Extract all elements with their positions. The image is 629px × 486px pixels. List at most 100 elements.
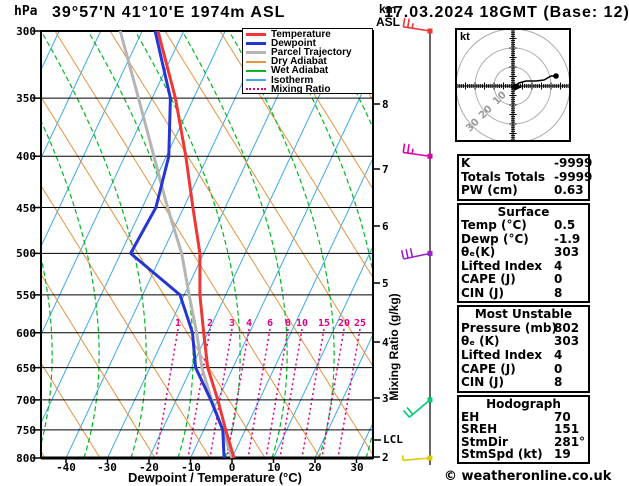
- mixing-ratio-value-label: 6: [266, 318, 274, 329]
- legend-line-sample: [246, 33, 266, 37]
- altitude-unit-km: km: [379, 2, 397, 16]
- stats-row-label: CAPE (J): [461, 272, 516, 287]
- stats-row-value: 4: [554, 258, 563, 273]
- temp-tick-label: -10: [181, 461, 201, 474]
- stats-box-hodograph: Hodograph EH 70 SREH 151 StmDir 281° StmSpd (kt…: [457, 395, 590, 464]
- stats-row-label: StmSpd (kt): [461, 447, 543, 462]
- stats-row-label: CIN (J): [461, 375, 504, 390]
- mixing-ratio-value-label: 10: [295, 318, 309, 329]
- mixing-ratio-value-label: 3: [228, 318, 236, 329]
- stats-row-label: Temp (°C): [461, 218, 527, 233]
- km-tick-label: 5: [382, 277, 389, 290]
- stats-row: Pressure (mb) 802: [461, 320, 586, 336]
- pressure-tick-label: 700: [16, 394, 36, 407]
- temp-tick-label: 10: [267, 461, 281, 474]
- copyright-label: © weatheronline.co.uk: [444, 469, 612, 484]
- hodograph-unit-label: kt: [460, 31, 470, 43]
- mixing-ratio-value-label: 4: [245, 318, 253, 329]
- pressure-tick-label: 800: [16, 452, 36, 465]
- stats-box-surface: Surface Temp (°C) 0.5 Dewp (°C) -1.9 θₑ(K) 303…: [457, 203, 590, 303]
- mixing-ratio-value-label: 2: [206, 318, 214, 329]
- stats-row-value: 0: [554, 272, 563, 287]
- stats-row-label: Pressure (mb): [461, 320, 557, 335]
- stats-row: Lifted Index 4: [461, 347, 586, 363]
- stats-row-label: Lifted Index: [461, 258, 543, 273]
- datetime-label: 17.03.2024 18GMT (Base: 12): [384, 4, 629, 21]
- stats-row: θₑ (K) 303: [461, 334, 586, 349]
- stats-box-header: Hodograph: [486, 397, 561, 411]
- temp-tick-label: 0: [228, 461, 236, 474]
- stats-row: CIN (J) 8: [461, 285, 586, 300]
- stats-row-value: 303: [554, 245, 580, 260]
- stats-row: Totals Totals -9999: [461, 169, 592, 185]
- stats-row-label: θₑ(K): [461, 245, 496, 260]
- stats-row-label: K: [461, 156, 471, 170]
- pressure-tick-label: 550: [16, 289, 36, 302]
- stats-row: Lifted Index 4: [461, 258, 586, 273]
- legend-line-sample: [246, 51, 266, 55]
- stats-row: Temp (°C) 0.5: [461, 218, 586, 233]
- stats-row-label: Lifted Index: [461, 347, 543, 362]
- skewt-sounding-page: hPa 39°57'N 41°10'E 1974m ASL 17.03.2024…: [0, 0, 629, 486]
- pressure-tick-label: 750: [16, 424, 36, 437]
- stats-row-value: 0.63: [554, 183, 584, 198]
- lcl-label: LCL: [383, 433, 403, 446]
- stats-row: StmSpd (kt) 19: [461, 448, 586, 461]
- altitude-unit-asl: ASL: [376, 15, 400, 29]
- legend-line-sample: [246, 60, 266, 63]
- stats-row-value: -1.9: [554, 231, 581, 246]
- pressure-tick-label: 600: [16, 327, 36, 340]
- mixing-ratio-axis-label: Mixing Ratio (g/kg): [387, 293, 401, 401]
- stats-row: CIN (J) 8: [461, 375, 586, 390]
- km-tick-label: 6: [382, 220, 389, 233]
- mixing-ratio-value-label: 15: [317, 318, 331, 329]
- mixing-ratio-value-label: 1: [174, 318, 182, 329]
- stats-row-value: 0.5: [554, 218, 576, 233]
- stats-box-header: Most Unstable: [474, 307, 573, 321]
- km-tick-label: 7: [382, 163, 389, 176]
- pressure-tick-label: 450: [16, 202, 36, 215]
- km-tick-label: 4: [382, 336, 389, 349]
- km-tick-label: 3: [382, 392, 389, 405]
- stats-row-value: -9999: [554, 169, 593, 184]
- stats-row: CAPE (J) 0: [461, 272, 586, 287]
- stats-row-label: PW (cm): [461, 183, 518, 198]
- stats-row-label: Totals Totals: [461, 169, 546, 184]
- legend-line-sample: [246, 69, 266, 72]
- stats-row-label: Dewp (°C): [461, 231, 529, 246]
- stats-row-value: 151: [554, 422, 580, 437]
- temp-tick-label: 30: [350, 461, 364, 474]
- legend-label: Mixing Ratio: [271, 83, 331, 95]
- stats-box: K -9999 Totals Totals -9999 PW (cm) 0.63: [457, 154, 592, 201]
- legend-line-sample: [246, 42, 266, 46]
- temp-tick-label: 20: [308, 461, 322, 474]
- stats-row-value: 0: [554, 361, 563, 376]
- stats-box-most-unstable: Most Unstable Pressure (mb) 802 θₑ (K) 303 Li…: [457, 305, 590, 393]
- stats-row-value: 8: [554, 375, 563, 390]
- pressure-tick-label: 350: [16, 92, 36, 105]
- legend-box: Temperature Dewpoint Parcel Trajectory Dry …: [242, 28, 373, 95]
- pressure-tick-label: 650: [16, 362, 36, 375]
- stats-row-value: 802: [554, 320, 580, 335]
- pressure-unit-label: hPa: [14, 4, 38, 19]
- legend-item: Mixing Ratio: [246, 83, 372, 95]
- stats-row: θₑ(K) 303: [461, 245, 586, 260]
- legend-line-sample: [246, 88, 266, 91]
- stats-row: K -9999: [461, 156, 592, 171]
- km-tick-label: 2: [382, 451, 389, 464]
- stats-row: CAPE (J) 0: [461, 361, 586, 377]
- pressure-tick-label: 500: [16, 247, 36, 260]
- pressure-tick-label: 300: [16, 25, 36, 38]
- stats-row-value: 4: [554, 347, 563, 362]
- stats-row-value: -9999: [554, 156, 593, 170]
- mixing-ratio-value-label: 25: [353, 318, 367, 329]
- stats-row-value: 303: [554, 334, 580, 349]
- stats-box-header: Surface: [497, 205, 550, 219]
- temp-tick-label: -40: [56, 461, 76, 474]
- stats-row-label: θₑ (K): [461, 334, 500, 349]
- temp-tick-label: -30: [97, 461, 117, 474]
- stats-row: PW (cm) 0.63: [461, 183, 586, 198]
- stats-row-label: CIN (J): [461, 285, 504, 300]
- pressure-tick-label: 400: [16, 150, 36, 163]
- station-title: 39°57'N 41°10'E 1974m ASL: [52, 4, 286, 21]
